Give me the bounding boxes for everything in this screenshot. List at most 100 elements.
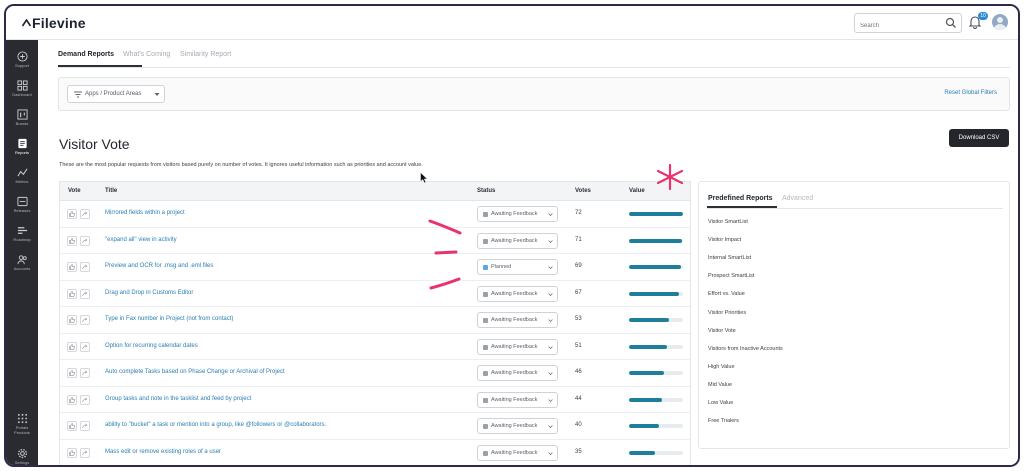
sidebar-item-roadmap[interactable]: Roadmap	[6, 222, 38, 248]
upvote-button[interactable]	[67, 394, 77, 405]
idea-title-link[interactable]: Auto complete Tasks based on Phase Chang…	[105, 369, 285, 375]
avatar[interactable]	[992, 14, 1008, 30]
tab-demand-reports[interactable]: Demand Reports	[58, 51, 114, 58]
sidebar-item-reports[interactable]: Reports	[6, 135, 38, 161]
idea-title-link[interactable]: Type in Fax number in Project (not from …	[105, 316, 233, 322]
status-select[interactable]: Planned	[477, 259, 558, 275]
upvote-button[interactable]	[67, 447, 77, 458]
upvote-button[interactable]	[67, 262, 77, 272]
status-select[interactable]: Awaiting Feedback	[477, 444, 558, 461]
upvote-button[interactable]	[67, 209, 77, 219]
page-title: Visitor Vote	[59, 136, 130, 152]
sidebar-item-settings[interactable]: Settings	[6, 445, 38, 465]
tab-similarity-report[interactable]: Similarity Report	[180, 51, 231, 58]
idea-title-link[interactable]: "expand all" view in activity	[105, 237, 177, 243]
idea-title-link[interactable]: Preview and OCR for .msg and .eml files	[105, 263, 213, 269]
tab-predefined-reports[interactable]: Predefined Reports	[708, 195, 773, 202]
tab-whats-coming[interactable]: What's Coming	[123, 51, 170, 58]
status-color-dot	[483, 212, 488, 217]
status-select[interactable]: Awaiting Feedback	[477, 232, 558, 249]
value-bar	[629, 318, 683, 322]
upvote-button[interactable]	[67, 288, 77, 299]
sidebar-item-label: Releases	[13, 208, 31, 213]
predefined-report-link[interactable]: Visitor SmartList	[708, 219, 748, 225]
share-vote-button[interactable]	[80, 368, 90, 378]
share-vote-button[interactable]	[80, 447, 90, 458]
status-label: Awaiting Feedback	[491, 237, 538, 244]
status-select[interactable]: Awaiting Feedback	[477, 285, 558, 302]
upvote-button[interactable]	[67, 235, 77, 246]
chevron-down-icon	[548, 266, 553, 270]
predefined-report-link[interactable]: Visitors from Inactive Accounts	[708, 346, 783, 352]
share-vote-button[interactable]	[80, 315, 90, 325]
plus-circle-icon	[16, 51, 28, 62]
status-select[interactable]: Awaiting Feedback	[477, 391, 558, 408]
sidebar-item-releases[interactable]: Releases	[6, 193, 38, 219]
share-vote-button[interactable]	[80, 421, 90, 431]
table-row: Drag and Drop in Customs Editor Awaiting …	[60, 281, 690, 307]
vote-count: 51	[575, 342, 582, 349]
sidebar-item-metrics[interactable]: Metrics	[6, 164, 38, 190]
predefined-report-link[interactable]: Free Trialers	[708, 418, 739, 424]
visitor-vote-table: Vote Title Status Votes Value Mirrored f…	[59, 181, 691, 465]
sidebar: Support Dashboard Boards Reports Metrics…	[6, 40, 38, 465]
table-row: Auto complete Tasks based on Phase Chang…	[60, 360, 690, 387]
sidebar-item-dashboard[interactable]: Dashboard	[6, 77, 38, 103]
status-select[interactable]: Awaiting Feedback	[477, 206, 558, 222]
sidebar-item-boards[interactable]: Boards	[6, 106, 38, 132]
column-header-title: Title	[105, 188, 118, 194]
sidebar-item-accounts[interactable]: Accounts	[6, 251, 38, 277]
search-input[interactable]	[855, 17, 937, 35]
value-bar	[629, 238, 683, 243]
idea-title-link[interactable]: Mirrored fields within a project	[105, 210, 185, 216]
predefined-report-link[interactable]: High Value	[708, 364, 735, 370]
share-vote-button[interactable]	[80, 262, 90, 272]
sidebar-item-portals-products[interactable]: Portals Products	[6, 410, 38, 440]
status-select[interactable]: Awaiting Feedback	[477, 418, 558, 434]
predefined-report-link[interactable]: Internal SmartList	[708, 255, 751, 261]
upvote-button[interactable]	[67, 421, 77, 431]
status-color-dot	[483, 265, 488, 270]
predefined-report-link[interactable]: Mid Value	[708, 382, 732, 388]
predefined-report-link[interactable]: Visitor Impact	[708, 237, 741, 243]
sidebar-item-label: Support	[14, 63, 29, 68]
vote-count: 40	[575, 422, 582, 428]
column-header-value: Value	[629, 188, 645, 194]
value-bar-fill	[629, 212, 683, 216]
upvote-button[interactable]	[67, 368, 77, 378]
vote-count: 53	[575, 316, 582, 322]
share-vote-button[interactable]	[80, 288, 90, 299]
idea-title-link[interactable]: Option for recurring calendar dates	[105, 343, 198, 349]
tab-advanced[interactable]: Advanced	[782, 195, 813, 202]
upvote-button[interactable]	[67, 315, 77, 325]
share-vote-button[interactable]	[80, 235, 90, 246]
reset-global-filters-link[interactable]: Reset Global Filters	[944, 90, 997, 96]
predefined-report-link[interactable]: Visitor Vote	[708, 328, 736, 334]
apps-product-areas-filter[interactable]: Apps / Product Areas	[67, 85, 165, 103]
value-bar	[629, 344, 683, 349]
status-select[interactable]: Awaiting Feedback	[477, 338, 558, 355]
search-box[interactable]	[854, 13, 962, 35]
sidebar-item-support[interactable]: Support	[6, 48, 38, 74]
search-icon[interactable]	[945, 17, 957, 29]
vote-count: 44	[575, 395, 582, 402]
status-select[interactable]: Awaiting Feedback	[477, 365, 558, 381]
brand-logo[interactable]: Filevine	[21, 15, 86, 31]
idea-title-link[interactable]: Drag and Drop in Customs Editor	[105, 290, 193, 296]
idea-title-link[interactable]: Mass edit or remove existing roles of a …	[105, 449, 221, 455]
download-csv-button[interactable]: Download CSV	[949, 129, 1009, 147]
predefined-report-link[interactable]: Prospect SmartList	[708, 273, 754, 279]
share-vote-button[interactable]	[80, 341, 90, 352]
predefined-report-link[interactable]: Low Value	[708, 400, 733, 406]
share-vote-button[interactable]	[80, 394, 90, 405]
status-select[interactable]: Awaiting Feedback	[477, 312, 558, 328]
chevron-down-icon	[548, 372, 553, 376]
predefined-report-link[interactable]: Effort vs. Value	[708, 291, 745, 297]
upvote-button[interactable]	[67, 341, 77, 352]
idea-title-link[interactable]: Group tasks and note in the tasklist and…	[105, 396, 251, 402]
idea-title-link[interactable]: ability to "bucket" a task or mention in…	[105, 422, 326, 428]
sidebar-item-label: Dashboard	[12, 92, 32, 97]
predefined-report-link[interactable]: Visitor Priorities	[708, 310, 746, 316]
panel-tabs-divider	[707, 208, 1003, 209]
share-vote-button[interactable]	[80, 209, 90, 219]
